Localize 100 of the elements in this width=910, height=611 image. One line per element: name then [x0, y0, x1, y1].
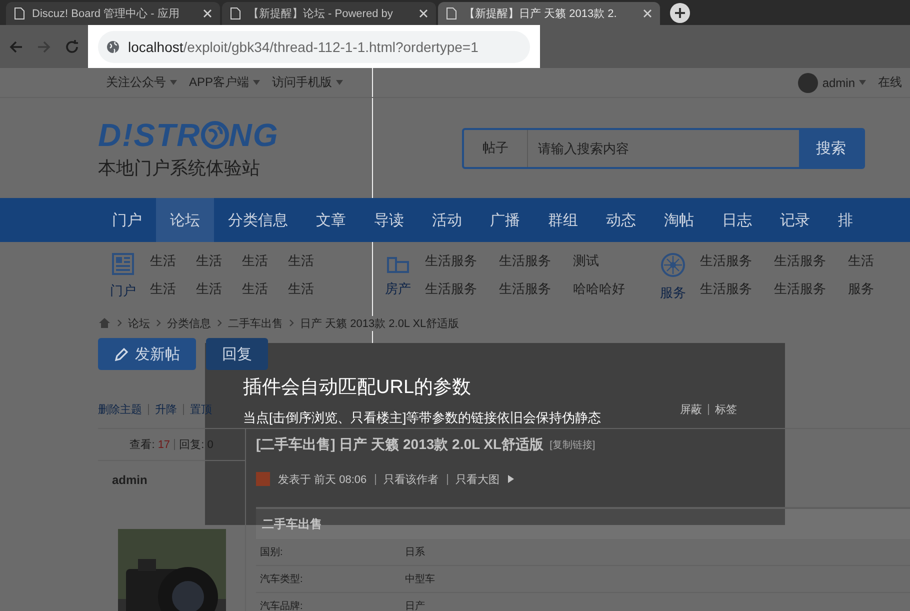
search-scope[interactable]: 帖子: [464, 130, 528, 166]
nav-item[interactable]: 排: [824, 198, 867, 242]
close-icon[interactable]: [203, 9, 212, 18]
category-link[interactable]: 生活: [242, 280, 272, 298]
document-icon: [14, 7, 25, 20]
close-icon[interactable]: [643, 9, 652, 18]
browser-tab[interactable]: 【新提醒】日产 天籁 2013款 2.: [438, 2, 660, 25]
category-link[interactable]: 生活: [288, 280, 318, 298]
browser-tab[interactable]: Discuz! Board 管理中心 - 应用: [6, 2, 220, 25]
category-link[interactable]: 生活服务: [774, 280, 832, 298]
logo: D!STR NG: [98, 116, 279, 154]
table-cell-text: 汽车类型:: [260, 572, 304, 586]
post-time: 发表于 前天 08:06: [278, 472, 367, 486]
username[interactable]: admin: [822, 76, 855, 90]
category-link[interactable]: 测试: [573, 252, 631, 270]
category-label[interactable]: 门户: [110, 282, 136, 300]
table-cell-text: 中型车: [405, 572, 436, 586]
chevron-icon: [156, 319, 161, 327]
table-heading: 二手车出售: [256, 509, 910, 539]
new-tab-button[interactable]: [670, 3, 690, 23]
user-icon: [256, 472, 270, 486]
chevron-icon: [289, 319, 294, 327]
category-link[interactable]: 生活服务: [700, 280, 758, 298]
new-post-button[interactable]: 发新帖: [98, 338, 196, 370]
globe-icon: [106, 40, 120, 54]
top-link[interactable]: 关注公众号: [106, 74, 166, 91]
category-link[interactable]: 生活服务: [774, 252, 832, 270]
category-link[interactable]: 生活服务: [425, 252, 483, 270]
mod-tool-link[interactable]: 置顶: [190, 402, 212, 416]
site-subtitle: 本地门户系统体验站: [98, 156, 261, 180]
category-link[interactable]: 生活服务: [499, 252, 557, 270]
breadcrumb-link[interactable]: 二手车出售: [228, 316, 283, 330]
back-icon[interactable]: [8, 38, 24, 54]
category-link[interactable]: 生活服务: [700, 252, 758, 270]
caret-icon: [336, 80, 344, 85]
mod-tool-link[interactable]: 升降: [155, 402, 177, 416]
search-field[interactable]: 请输入搜索内容: [528, 130, 799, 166]
top-link[interactable]: 访问手机版: [272, 74, 332, 91]
breadcrumb-link[interactable]: 分类信息: [167, 316, 211, 330]
nav-item[interactable]: 论坛: [156, 198, 214, 242]
close-icon[interactable]: [419, 9, 428, 18]
nav-item[interactable]: 记录: [766, 198, 824, 242]
category-link[interactable]: 服务: [848, 280, 906, 298]
category-link[interactable]: 生活: [288, 252, 318, 270]
category-link[interactable]: 生活: [150, 252, 180, 270]
caret-icon: [508, 475, 514, 483]
breadcrumb-link[interactable]: 论坛: [128, 316, 150, 330]
document-icon: [230, 7, 241, 20]
nav-item[interactable]: 活动: [418, 198, 476, 242]
chevron-icon: [217, 319, 222, 327]
nav-item[interactable]: 文章: [302, 198, 360, 242]
post-filter-link[interactable]: 只看该作者: [384, 472, 439, 486]
mod-tool-link[interactable]: 删除主题: [98, 402, 142, 416]
nav-item[interactable]: 广播: [476, 198, 534, 242]
document-icon: [446, 7, 457, 20]
chevron-icon: [117, 319, 122, 327]
copy-link[interactable]: [复制链接]: [550, 438, 596, 452]
category-link[interactable]: 生活: [242, 252, 272, 270]
caret-icon: [170, 80, 177, 85]
plus-icon: [674, 7, 686, 19]
category-link[interactable]: 哈哈哈好: [573, 280, 631, 298]
nav-item[interactable]: 导读: [360, 198, 418, 242]
author-name[interactable]: admin: [98, 461, 245, 497]
browser-tab[interactable]: 【新提醒】论坛 - Powered by: [222, 2, 436, 25]
flower-icon: [660, 252, 686, 278]
reply-button[interactable]: 回复: [206, 338, 268, 370]
avatar-icon: [798, 72, 818, 92]
nav-item[interactable]: 淘帖: [650, 198, 708, 242]
tooltip-text: 当点[击倒序浏览、只看楼主]等带参数的链接依旧会保持伪静态: [243, 409, 602, 427]
address-bar[interactable]: localhost/exploit/gbk34/thread-112-1-1.html?ordertype=1: [88, 25, 540, 68]
breadcrumb-link[interactable]: 日产 天籁 2013款 2.0L XL舒适版: [300, 316, 460, 330]
table-cell-text: 日产: [405, 600, 426, 611]
top-link[interactable]: APP客户端: [189, 74, 250, 91]
mod-tool-link[interactable]: 屏蔽: [680, 402, 702, 416]
category-label[interactable]: 房产: [385, 280, 411, 298]
category-link[interactable]: 生活服务: [499, 280, 557, 298]
views-count: 查看: 17: [130, 438, 170, 452]
reload-icon[interactable]: [64, 38, 80, 54]
category-link[interactable]: 生活: [848, 252, 906, 270]
nav-item[interactable]: 分类信息: [214, 198, 302, 242]
search-button[interactable]: 搜索: [799, 130, 863, 166]
table-cell-text: 日系: [405, 546, 426, 559]
newspaper-icon: [111, 252, 135, 276]
post-filter-link[interactable]: 只看大图: [456, 472, 500, 486]
category-link[interactable]: 生活: [150, 280, 180, 298]
search-bar[interactable]: 帖子 请输入搜索内容 搜索: [462, 128, 865, 168]
nav-item[interactable]: 日志: [708, 198, 766, 242]
caret-icon: [253, 80, 260, 85]
caret-icon: [859, 80, 866, 85]
category-link[interactable]: 生活服务: [425, 280, 483, 298]
category-link[interactable]: 生活: [196, 280, 226, 298]
table-cell-text: 国别:: [260, 546, 284, 559]
mod-tool-link[interactable]: 标签: [715, 402, 737, 416]
nav-item[interactable]: 动态: [592, 198, 650, 242]
tooltip-title: 插件会自动匹配URL的参数: [243, 376, 472, 400]
category-link[interactable]: 生活: [196, 252, 226, 270]
nav-item[interactable]: 门户: [98, 198, 156, 242]
nav-item[interactable]: 群组: [534, 198, 592, 242]
thread-title: [二手车出售] 日产 天籁 2013款 2.0L XL舒适版: [256, 436, 544, 454]
category-label[interactable]: 服务: [660, 284, 686, 302]
